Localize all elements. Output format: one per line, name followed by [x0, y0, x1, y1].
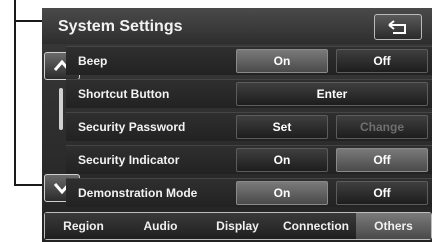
row-label: Demonstration Mode: [78, 186, 198, 200]
category-tabs: Region Audio Display Connection Others: [44, 212, 432, 240]
return-arrow-icon: [388, 20, 406, 34]
tab-display[interactable]: Display: [199, 213, 277, 239]
back-button[interactable]: [374, 14, 422, 40]
row-beep: Beep On Off: [66, 46, 432, 75]
shortcut-enter-button[interactable]: Enter: [236, 82, 428, 106]
system-settings-screen: System Settings Beep On Off Shortcut But…: [42, 8, 432, 242]
beep-on-button[interactable]: On: [236, 49, 328, 73]
row-security-password: Security Password Set Change: [66, 112, 432, 141]
demo-off-button[interactable]: Off: [336, 181, 428, 205]
page-title: System Settings: [58, 18, 183, 35]
tab-connection[interactable]: Connection: [276, 213, 357, 239]
scroll-track[interactable]: [59, 88, 63, 130]
callout-line-bottom: [14, 184, 44, 186]
row-shortcut-button: Shortcut Button Enter: [66, 79, 432, 108]
password-set-button[interactable]: Set: [236, 115, 328, 139]
indicator-off-button[interactable]: Off: [336, 148, 428, 172]
header-bar: System Settings: [42, 8, 432, 44]
password-change-button: Change: [336, 115, 428, 139]
tab-audio[interactable]: Audio: [122, 213, 200, 239]
tab-others[interactable]: Others: [356, 213, 431, 239]
row-label: Security Indicator: [78, 153, 180, 167]
row-label: Beep: [78, 54, 108, 68]
demo-on-button[interactable]: On: [236, 181, 328, 205]
beep-off-button[interactable]: Off: [336, 49, 428, 73]
row-security-indicator: Security Indicator On Off: [66, 145, 432, 174]
indicator-on-button[interactable]: On: [236, 148, 328, 172]
tab-region[interactable]: Region: [45, 213, 123, 239]
callout-line-top: [14, 20, 44, 22]
row-label: Security Password: [78, 120, 186, 134]
row-label: Shortcut Button: [78, 87, 170, 101]
callout-line-vertical: [14, 0, 16, 184]
row-demonstration-mode: Demonstration Mode On Off: [66, 178, 432, 207]
